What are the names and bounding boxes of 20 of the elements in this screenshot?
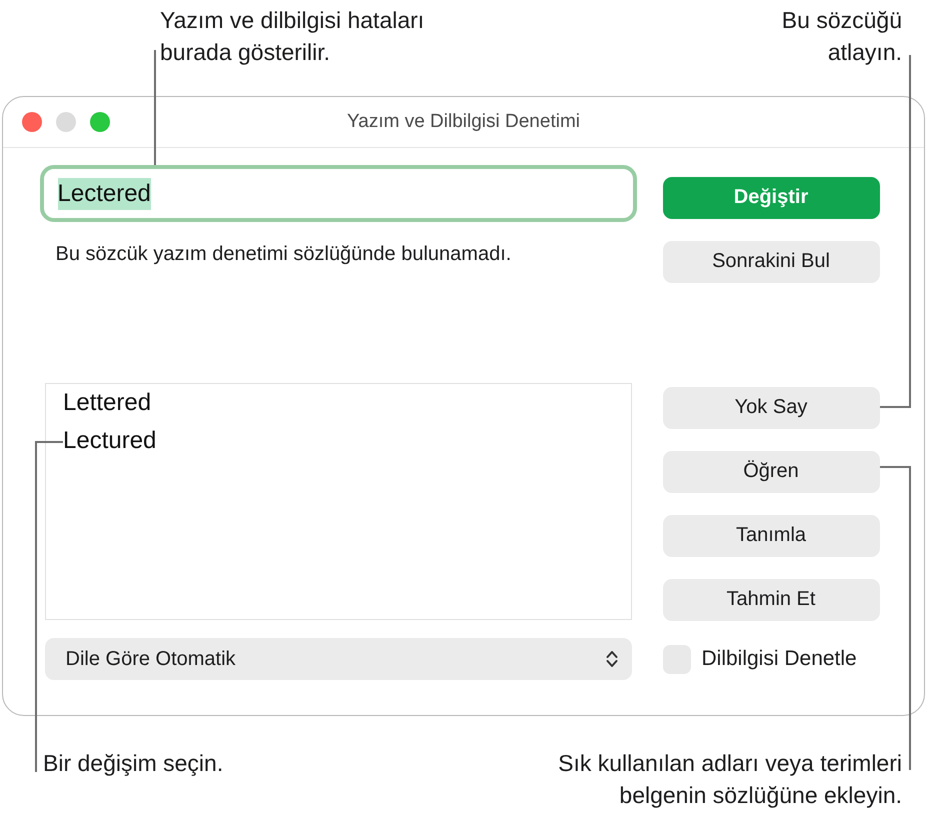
action-button[interactable]: Tahmin Et bbox=[662, 578, 880, 620]
action-button[interactable]: Tanımla bbox=[662, 514, 880, 556]
checkbox-label: Dilbilgisi Denetle bbox=[702, 647, 857, 671]
chevron-up-down-icon bbox=[606, 650, 618, 668]
zoom-button[interactable] bbox=[90, 112, 110, 132]
action-button[interactable]: Sonrakini Bul bbox=[662, 240, 880, 282]
word-field[interactable]: Lectered bbox=[40, 165, 636, 222]
callout-text: Sık kullanılan adları veya terimleri belgenin sözlüğüne ekleyin. bbox=[558, 749, 902, 810]
suggestion-item[interactable]: Lectured bbox=[46, 422, 630, 460]
callout-text: Bir değişim seçin. bbox=[43, 749, 224, 778]
language-popup[interactable]: Dile Göre Otomatik bbox=[44, 638, 632, 680]
status-message: Bu sözcük yazım denetimi sözlüğünde bulunamadı. bbox=[54, 243, 512, 265]
callout-text: Yazım ve dilbilgisi hataları burada gösterilir. bbox=[160, 6, 424, 67]
action-button[interactable]: Öğren bbox=[662, 450, 880, 492]
action-button[interactable]: Yok Say bbox=[662, 386, 880, 428]
field-value: Lectered bbox=[58, 178, 151, 210]
suggestion-item[interactable]: Lettered bbox=[46, 384, 630, 422]
callout-text: Bu sözcüğü atlayın. bbox=[782, 6, 902, 67]
close-button[interactable] bbox=[22, 112, 42, 132]
window-title: Yazım ve Dilbilgisi Denetimi bbox=[347, 111, 580, 133]
